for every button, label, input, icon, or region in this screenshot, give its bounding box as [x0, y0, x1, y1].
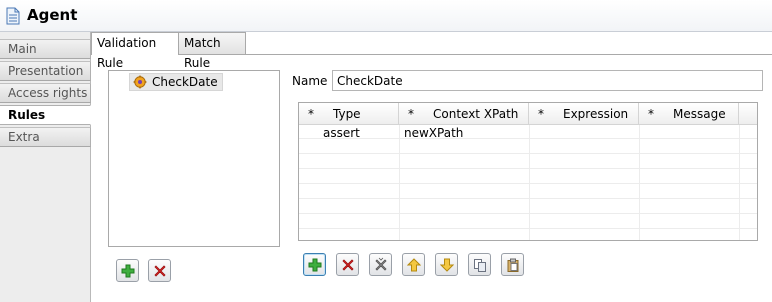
side-tab-main[interactable]: Main [0, 39, 91, 59]
tab-divider [91, 54, 772, 55]
rules-tree[interactable]: CheckDate [108, 70, 280, 247]
rules-table[interactable]: * Type * Context XPath * Expression * Me… [298, 102, 758, 241]
copy-button[interactable] [468, 253, 491, 276]
delete-all-rows-button[interactable] [369, 253, 392, 276]
table-row-empty [299, 170, 757, 184]
column-header-context-xpath[interactable]: * Context XPath [399, 103, 529, 125]
delete-x-icon [153, 264, 166, 277]
table-row-empty [299, 140, 757, 154]
arrow-down-icon [439, 258, 454, 272]
section-sidebar: Main Presentation Access rights Rules Ex… [0, 32, 91, 302]
column-header-filler [739, 103, 757, 125]
tree-item-checkdate[interactable]: CheckDate [129, 73, 223, 91]
move-down-button[interactable] [435, 253, 458, 276]
table-row-empty [299, 215, 757, 229]
editor-title-bar: Agent [0, 0, 772, 32]
rule-gear-icon [133, 75, 147, 89]
cell-type: assert [323, 126, 360, 140]
side-tab-presentation[interactable]: Presentation [0, 61, 91, 81]
tab-validation-rule[interactable]: Validation Rule [91, 32, 179, 70]
cell-context-xpath: newXPath [404, 126, 464, 140]
side-tab-rules[interactable]: Rules [0, 105, 91, 125]
tab-match-rule[interactable]: Match Rule [178, 32, 246, 70]
delete-x-icon [341, 258, 354, 271]
document-icon [6, 7, 20, 25]
tree-item-label: CheckDate [152, 75, 218, 89]
table-row[interactable]: assert newXPath [299, 125, 757, 140]
name-input[interactable] [332, 70, 763, 91]
table-row-empty [299, 200, 757, 214]
move-up-button[interactable] [402, 253, 425, 276]
paste-button[interactable] [501, 253, 524, 276]
plus-icon [308, 258, 321, 271]
plus-icon [121, 264, 134, 277]
required-marker-icon: * [648, 107, 654, 121]
add-rule-button[interactable] [116, 259, 139, 282]
delete-rule-button[interactable] [148, 259, 171, 282]
side-tab-access-rights[interactable]: Access rights [0, 83, 91, 103]
side-tab-extra[interactable]: Extra [0, 127, 91, 147]
table-row-empty [299, 155, 757, 169]
arrow-up-icon [406, 257, 421, 271]
editor-title: Agent [27, 6, 78, 24]
column-header-type[interactable]: * Type [299, 103, 399, 125]
required-marker-icon: * [538, 107, 544, 121]
copy-icon [473, 258, 486, 272]
name-label: Name [292, 74, 328, 88]
paste-icon [507, 258, 518, 272]
add-row-button[interactable] [303, 253, 326, 276]
required-marker-icon: * [408, 107, 414, 121]
column-header-message[interactable]: * Message [639, 103, 739, 125]
column-header-expression[interactable]: * Expression [529, 103, 639, 125]
required-marker-icon: * [308, 107, 314, 121]
delete-row-button[interactable] [336, 253, 359, 276]
delete-all-icon [374, 257, 387, 271]
table-row-empty [299, 185, 757, 199]
